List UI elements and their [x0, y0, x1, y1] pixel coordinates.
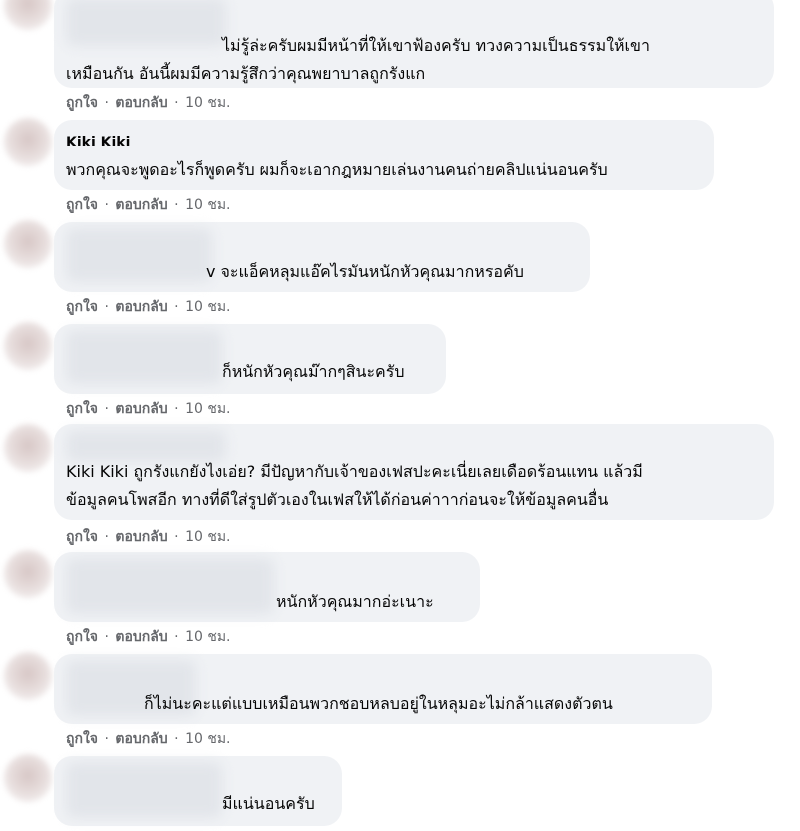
separator: · — [104, 401, 109, 417]
comment-author[interactable]: Kiki Kiki — [66, 136, 130, 146]
like-button[interactable]: ถูกใจ — [66, 401, 98, 417]
avatar[interactable] — [4, 322, 52, 370]
separator: · — [104, 95, 109, 111]
reply-button[interactable]: ตอบกลับ — [115, 731, 167, 747]
timestamp[interactable]: 10 ชม. — [185, 731, 230, 747]
comment-actions: ถูกใจ · ตอบกลับ · 10 ชม. — [66, 730, 231, 748]
reply-button[interactable]: ตอบกลับ — [115, 95, 167, 111]
comment-text: เหมือนกัน อันนี้ผมมีความรู้สึกว่าคุณพยาบ… — [66, 64, 426, 83]
author-name-blurred — [66, 228, 212, 282]
reply-button[interactable]: ตอบกลับ — [115, 197, 167, 213]
comment-actions: ถูกใจ · ตอบกลับ · 10 ชม. — [66, 400, 231, 418]
comment-text: หนักหัวคุณมากอ่ะเนาะ — [276, 592, 434, 611]
separator: · — [104, 299, 109, 315]
like-button[interactable]: ถูกใจ — [66, 299, 98, 315]
like-button[interactable]: ถูกใจ — [66, 197, 98, 213]
timestamp[interactable]: 10 ชม. — [185, 401, 230, 417]
avatar[interactable] — [4, 220, 52, 268]
separator: · — [104, 629, 109, 645]
comment-actions: ถูกใจ · ตอบกลับ · 10 ชม. — [66, 298, 231, 316]
avatar[interactable] — [4, 118, 52, 166]
separator: · — [104, 731, 109, 747]
like-button[interactable]: ถูกใจ — [66, 629, 98, 645]
avatar[interactable] — [4, 424, 52, 472]
separator: · — [104, 529, 109, 545]
comment-actions: ถูกใจ · ตอบกลับ · 10 ชม. — [66, 196, 231, 214]
comment-text: มีแน่นอนครับ — [222, 794, 315, 813]
avatar[interactable] — [4, 652, 52, 700]
comment-text: ก็หนักหัวคุณม๊ากๆสินะครับ — [222, 362, 405, 381]
like-button[interactable]: ถูกใจ — [66, 529, 98, 545]
timestamp[interactable]: 10 ชม. — [185, 299, 230, 315]
comment-bubble: Kiki Kiki พวกคุณจะพูดอะไรก็พูดครับ ผมก็จ… — [54, 120, 714, 190]
avatar[interactable] — [4, 754, 52, 802]
separator: · — [174, 299, 179, 315]
comment-text: Kiki Kiki ถูกรังแกยังไงเอ่ย? มีปัญหากับเ… — [66, 462, 643, 481]
separator: · — [174, 529, 179, 545]
comment-bubble: มีแน่นอนครับ — [54, 756, 342, 826]
author-name-blurred — [66, 0, 226, 46]
comment-actions: ถูกใจ · ตอบกลับ · 10 ชม. — [66, 528, 231, 546]
comment-bubble: Kiki Kiki ถูกรังแกยังไงเอ่ย? มีปัญหากับเ… — [54, 424, 774, 520]
author-name-blurred — [66, 762, 222, 818]
separator: · — [104, 197, 109, 213]
comment-text: พวกคุณจะพูดอะไรก็พูดครับ ผมก็จะเอากฎหมาย… — [66, 160, 608, 179]
comment-actions: ถูกใจ · ตอบกลับ · 10 ชม. — [66, 94, 231, 112]
timestamp[interactable]: 10 ชม. — [185, 197, 230, 213]
like-button[interactable]: ถูกใจ — [66, 731, 98, 747]
comment-text: ไม่รู้ล่ะครับผมมีหน้าที่ให้เขาฟ้องครับ ท… — [222, 36, 650, 55]
timestamp[interactable]: 10 ชม. — [185, 529, 230, 545]
separator: · — [174, 629, 179, 645]
comment-text: v จะแอ็คหลุมแอ๊คไรมันหนักหัวคุณมากหรอคับ — [206, 262, 524, 281]
comment-text: ข้อมูลคนโพสอีก ทางที่ดีใส่รูปตัวเองในเฟส… — [66, 490, 609, 509]
reply-button[interactable]: ตอบกลับ — [115, 299, 167, 315]
comment-bubble: หนักหัวคุณมากอ่ะเนาะ — [54, 552, 480, 622]
like-button[interactable]: ถูกใจ — [66, 95, 98, 111]
comment-actions: ถูกใจ · ตอบกลับ · 10 ชม. — [66, 628, 231, 646]
reply-button[interactable]: ตอบกลับ — [115, 629, 167, 645]
comment-bubble: ก็หนักหัวคุณม๊ากๆสินะครับ — [54, 324, 446, 394]
separator: · — [174, 95, 179, 111]
timestamp[interactable]: 10 ชม. — [185, 95, 230, 111]
avatar[interactable] — [4, 0, 52, 30]
comment-text: ก็ไม่นะคะแต่แบบเหมือนพวกชอบหลบอยู่ในหลุม… — [144, 694, 613, 713]
separator: · — [174, 731, 179, 747]
avatar[interactable] — [4, 550, 52, 598]
author-name-blurred — [66, 558, 274, 614]
separator: · — [174, 197, 179, 213]
timestamp[interactable]: 10 ชม. — [185, 629, 230, 645]
author-name-blurred — [66, 330, 222, 384]
comment-bubble: ไม่รู้ล่ะครับผมมีหน้าที่ให้เขาฟ้องครับ ท… — [54, 0, 774, 88]
comment-bubble: v จะแอ็คหลุมแอ๊คไรมันหนักหัวคุณมากหรอคับ — [54, 222, 590, 292]
separator: · — [174, 401, 179, 417]
reply-button[interactable]: ตอบกลับ — [115, 529, 167, 545]
reply-button[interactable]: ตอบกลับ — [115, 401, 167, 417]
comment-bubble: ก็ไม่นะคะแต่แบบเหมือนพวกชอบหลบอยู่ในหลุม… — [54, 654, 712, 724]
